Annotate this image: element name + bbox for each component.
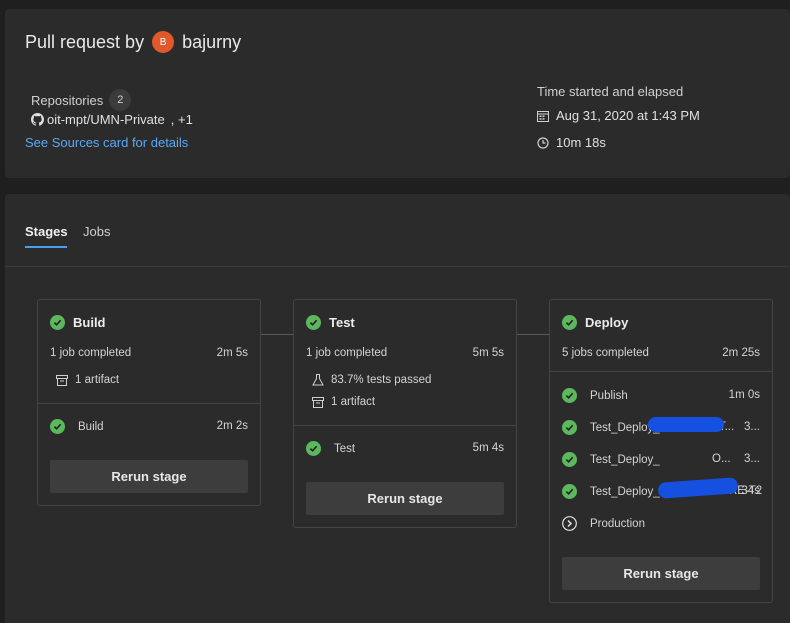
job-name: Test — [334, 442, 356, 455]
rerun-stage-button[interactable]: Rerun stage — [50, 460, 248, 493]
job-row[interactable]: Test_Deploy_ — [562, 484, 660, 499]
artifact-icon — [312, 396, 324, 408]
repositories-label-text: Repositories — [31, 92, 104, 108]
tab-stages-underline — [25, 246, 67, 248]
clock-icon — [537, 136, 549, 149]
job-row[interactable]: Build — [50, 419, 104, 434]
stage-duration: 2m 25s — [722, 347, 760, 359]
job-name-suffix: O... — [712, 453, 731, 465]
job-row[interactable]: Test_Deploy_ — [562, 452, 660, 467]
stage-connector — [517, 334, 550, 335]
tab-jobs[interactable]: Jobs — [83, 224, 110, 239]
time-label: Time started and elapsed — [537, 84, 684, 99]
start-time-text: Aug 31, 2020 at 1:43 PM — [556, 108, 700, 123]
stage-deploy-header[interactable]: Deploy — [562, 315, 628, 330]
job-duration: 34s — [741, 485, 760, 497]
artifact-text: 1 artifact — [75, 374, 120, 386]
pending-icon — [562, 516, 577, 531]
stage-duration: 5m 5s — [472, 347, 504, 359]
success-icon — [562, 452, 577, 467]
tab-divider — [5, 266, 790, 267]
stage-connector — [261, 334, 294, 335]
job-name: Publish — [590, 389, 628, 402]
artifact-text: 1 artifact — [331, 396, 376, 408]
job-row[interactable]: Test — [306, 441, 355, 456]
job-name: Test_Deploy_ — [590, 485, 660, 498]
stage-name: Test — [329, 315, 355, 330]
stage-build[interactable]: Build 1 job completed 2m 5s 1 artifact B… — [37, 299, 261, 506]
avatar[interactable]: B — [152, 31, 175, 53]
tests-link[interactable]: 83.7% tests passed — [312, 374, 431, 386]
success-icon — [562, 484, 577, 499]
artifact-link[interactable]: 1 artifact — [312, 396, 375, 408]
jobs-completed: 5 jobs completed — [562, 347, 649, 359]
tests-text: 83.7% tests passed — [331, 374, 432, 386]
success-icon — [562, 315, 577, 330]
success-icon — [306, 315, 321, 330]
stage-build-header[interactable]: Build — [50, 315, 106, 330]
repository-item[interactable]: oit-mpt/UMN-Private , +1 — [31, 112, 193, 127]
stage-divider — [550, 371, 772, 372]
tab-stages[interactable]: Stages — [25, 224, 68, 239]
success-icon — [50, 315, 65, 330]
job-duration: 5m 4s — [472, 442, 504, 454]
success-icon — [562, 388, 577, 403]
stage-test-header[interactable]: Test — [306, 315, 355, 330]
stage-deploy[interactable]: Deploy 5 jobs completed 2m 25s Publish 1… — [549, 299, 773, 603]
job-duration: 2m 2s — [216, 420, 248, 432]
success-icon — [562, 420, 577, 435]
artifact-icon — [56, 374, 68, 386]
repositories-label: Repositories 2 — [31, 89, 132, 111]
job-name: Build — [78, 420, 104, 433]
rerun-stage-button[interactable]: Rerun stage — [562, 557, 760, 590]
stages-card: Stages Jobs Build 1 job completed 2m 5s … — [5, 194, 790, 623]
repositories-count-badge: 2 — [109, 89, 132, 111]
job-name: Test_Deploy_ — [590, 453, 660, 466]
redaction-mark — [648, 417, 724, 432]
repository-name[interactable]: oit-mpt/UMN-Private — [47, 112, 165, 127]
artifact-link[interactable]: 1 artifact — [56, 374, 119, 386]
title-prefix: Pull request by — [25, 31, 145, 52]
elapsed-time-text: 10m 18s — [556, 135, 606, 150]
job-row[interactable]: Test_Deploy_ — [562, 420, 660, 435]
job-duration: 1m 0s — [728, 389, 760, 401]
calendar-icon — [537, 110, 549, 122]
success-icon — [306, 441, 321, 456]
run-summary-card: Pull request by B bajurny Repositories 2… — [5, 9, 790, 178]
flask-icon — [312, 374, 324, 386]
success-icon — [50, 419, 65, 434]
job-duration: 3... — [744, 421, 760, 433]
job-name: Production — [590, 517, 645, 530]
author-name[interactable]: bajurny — [182, 32, 241, 53]
job-row[interactable]: Production — [562, 516, 645, 531]
stage-divider — [294, 425, 516, 426]
elapsed-time: 10m 18s — [537, 135, 606, 150]
rerun-stage-button[interactable]: Rerun stage — [306, 482, 504, 515]
job-duration: 3... — [744, 453, 760, 465]
stage-duration: 2m 5s — [216, 347, 248, 359]
job-row[interactable]: Publish — [562, 388, 628, 403]
stage-test[interactable]: Test 1 job completed 5m 5s 83.7% tests p… — [293, 299, 517, 528]
github-icon — [31, 113, 44, 126]
stage-name: Deploy — [585, 315, 629, 330]
stage-divider — [38, 403, 260, 404]
stage-name: Build — [73, 315, 106, 330]
sources-link[interactable]: See Sources card for details — [25, 135, 188, 150]
jobs-completed: 1 job completed — [306, 347, 388, 359]
page-title: Pull request by B bajurny — [25, 31, 241, 53]
jobs-completed: 1 job completed — [50, 347, 132, 359]
repository-extra: , +1 — [170, 112, 193, 127]
start-time: Aug 31, 2020 at 1:43 PM — [537, 108, 700, 123]
